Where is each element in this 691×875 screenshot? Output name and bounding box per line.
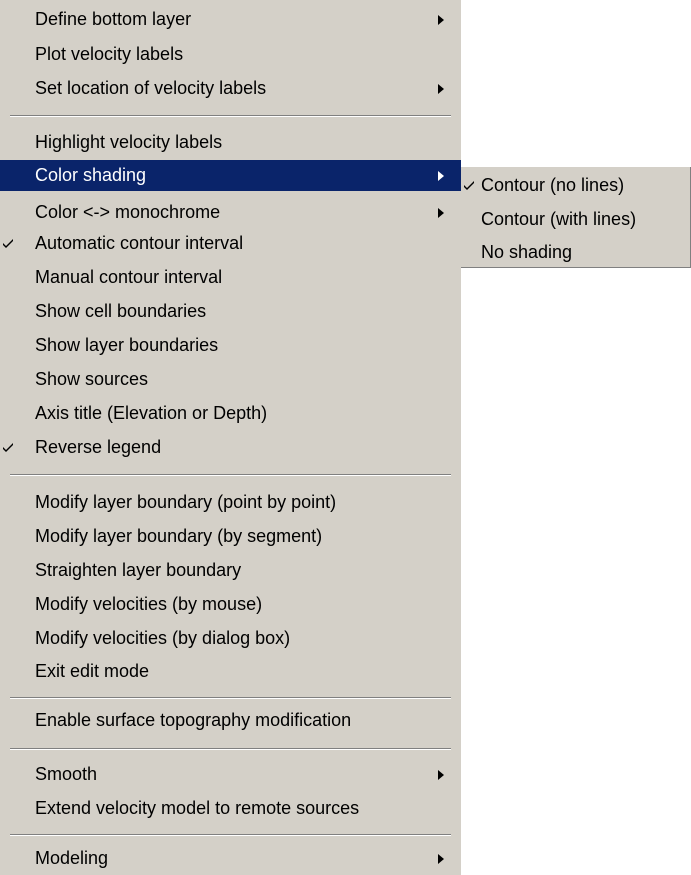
menu-item-label: Straighten layer boundary bbox=[35, 560, 242, 580]
menu-item-label: Extend velocity model to remote sources bbox=[35, 798, 360, 818]
menu-item-label: Show sources bbox=[35, 369, 149, 389]
menu-separator bbox=[10, 748, 451, 750]
submenu-item-label: Contour (with lines) bbox=[481, 209, 637, 229]
menu-item-manual-contour-interval[interactable]: Manual contour interval bbox=[0, 262, 461, 293]
menu-item-label: Enable surface topography modification bbox=[35, 710, 352, 730]
menu-item-label: Modify layer boundary (by segment) bbox=[35, 526, 323, 546]
submenu-item-label: No shading bbox=[481, 242, 573, 262]
menu-item-label: Color shading bbox=[35, 165, 147, 185]
menu-item-show-sources[interactable]: Show sources bbox=[0, 364, 461, 395]
menu-item-set-location-velocity-labels[interactable]: Set location of velocity labels bbox=[0, 73, 461, 104]
menu-item-label: Plot velocity labels bbox=[35, 44, 184, 64]
menu-item-reverse-legend[interactable]: Reverse legend bbox=[0, 432, 461, 463]
context-menu: Define bottom layer Plot velocity labels… bbox=[0, 0, 461, 875]
menu-item-color-monochrome[interactable]: Color <-> monochrome bbox=[0, 197, 461, 228]
menu-item-define-bottom-layer[interactable]: Define bottom layer bbox=[0, 4, 461, 35]
menu-item-label: Show layer boundaries bbox=[35, 335, 219, 355]
menu-item-plot-velocity-labels[interactable]: Plot velocity labels bbox=[0, 39, 461, 70]
checkmark-icon bbox=[2, 432, 16, 463]
menu-separator bbox=[10, 697, 451, 699]
menu-item-label: Highlight velocity labels bbox=[35, 132, 223, 152]
submenu-arrow-icon bbox=[438, 843, 448, 874]
menu-item-automatic-contour-interval[interactable]: Automatic contour interval bbox=[0, 228, 461, 259]
menu-item-label: Reverse legend bbox=[35, 437, 162, 457]
menu-item-modify-layer-boundary-point[interactable]: Modify layer boundary (point by point) bbox=[0, 487, 461, 518]
menu-item-modify-velocities-dialog[interactable]: Modify velocities (by dialog box) bbox=[0, 623, 461, 654]
submenu-item-contour-no-lines[interactable]: Contour (no lines) bbox=[461, 170, 690, 201]
menu-item-modeling[interactable]: Modeling bbox=[0, 843, 461, 874]
submenu-arrow-icon bbox=[438, 4, 448, 35]
submenu-arrow-icon bbox=[438, 759, 448, 790]
menu-item-label: Modify layer boundary (point by point) bbox=[35, 492, 337, 512]
menu-item-label: Smooth bbox=[35, 764, 98, 784]
menu-item-exit-edit-mode[interactable]: Exit edit mode bbox=[0, 656, 461, 687]
menu-item-label: Define bottom layer bbox=[35, 9, 192, 29]
checkmark-icon bbox=[463, 170, 477, 201]
submenu-arrow-icon bbox=[438, 197, 448, 228]
menu-item-modify-layer-boundary-segment[interactable]: Modify layer boundary (by segment) bbox=[0, 521, 461, 552]
menu-item-show-layer-boundaries[interactable]: Show layer boundaries bbox=[0, 330, 461, 361]
menu-separator bbox=[10, 115, 451, 117]
submenu-item-contour-with-lines[interactable]: Contour (with lines) bbox=[461, 204, 690, 235]
menu-item-label: Modify velocities (by dialog box) bbox=[35, 628, 291, 648]
menu-item-label: Color <-> monochrome bbox=[35, 202, 221, 222]
menu-separator bbox=[10, 474, 451, 476]
menu-item-label: Automatic contour interval bbox=[35, 233, 244, 253]
menu-item-label: Manual contour interval bbox=[35, 267, 223, 287]
menu-item-axis-title[interactable]: Axis title (Elevation or Depth) bbox=[0, 398, 461, 429]
menu-item-extend-velocity-model[interactable]: Extend velocity model to remote sources bbox=[0, 793, 461, 824]
color-shading-submenu: Contour (no lines) Contour (with lines) … bbox=[461, 167, 691, 268]
menu-item-enable-surface-topography[interactable]: Enable surface topography modification bbox=[0, 705, 461, 736]
submenu-item-no-shading[interactable]: No shading bbox=[461, 237, 690, 268]
menu-item-straighten-layer-boundary[interactable]: Straighten layer boundary bbox=[0, 555, 461, 586]
submenu-arrow-icon bbox=[438, 73, 448, 104]
menu-item-highlight-velocity-labels[interactable]: Highlight velocity labels bbox=[0, 127, 461, 158]
submenu-item-label: Contour (no lines) bbox=[481, 175, 625, 195]
menu-separator bbox=[10, 834, 451, 836]
menu-item-label: Axis title (Elevation or Depth) bbox=[35, 403, 268, 423]
submenu-arrow-icon bbox=[438, 160, 448, 191]
menu-item-color-shading[interactable]: Color shading bbox=[0, 160, 461, 191]
menu-item-label: Modeling bbox=[35, 848, 109, 868]
menu-item-label: Modify velocities (by mouse) bbox=[35, 594, 263, 614]
checkmark-icon bbox=[2, 228, 16, 259]
menu-item-label: Exit edit mode bbox=[35, 661, 150, 681]
menu-item-modify-velocities-mouse[interactable]: Modify velocities (by mouse) bbox=[0, 589, 461, 620]
menu-item-smooth[interactable]: Smooth bbox=[0, 759, 461, 790]
menu-item-show-cell-boundaries[interactable]: Show cell boundaries bbox=[0, 296, 461, 327]
menu-item-label: Set location of velocity labels bbox=[35, 78, 267, 98]
menu-item-label: Show cell boundaries bbox=[35, 301, 207, 321]
